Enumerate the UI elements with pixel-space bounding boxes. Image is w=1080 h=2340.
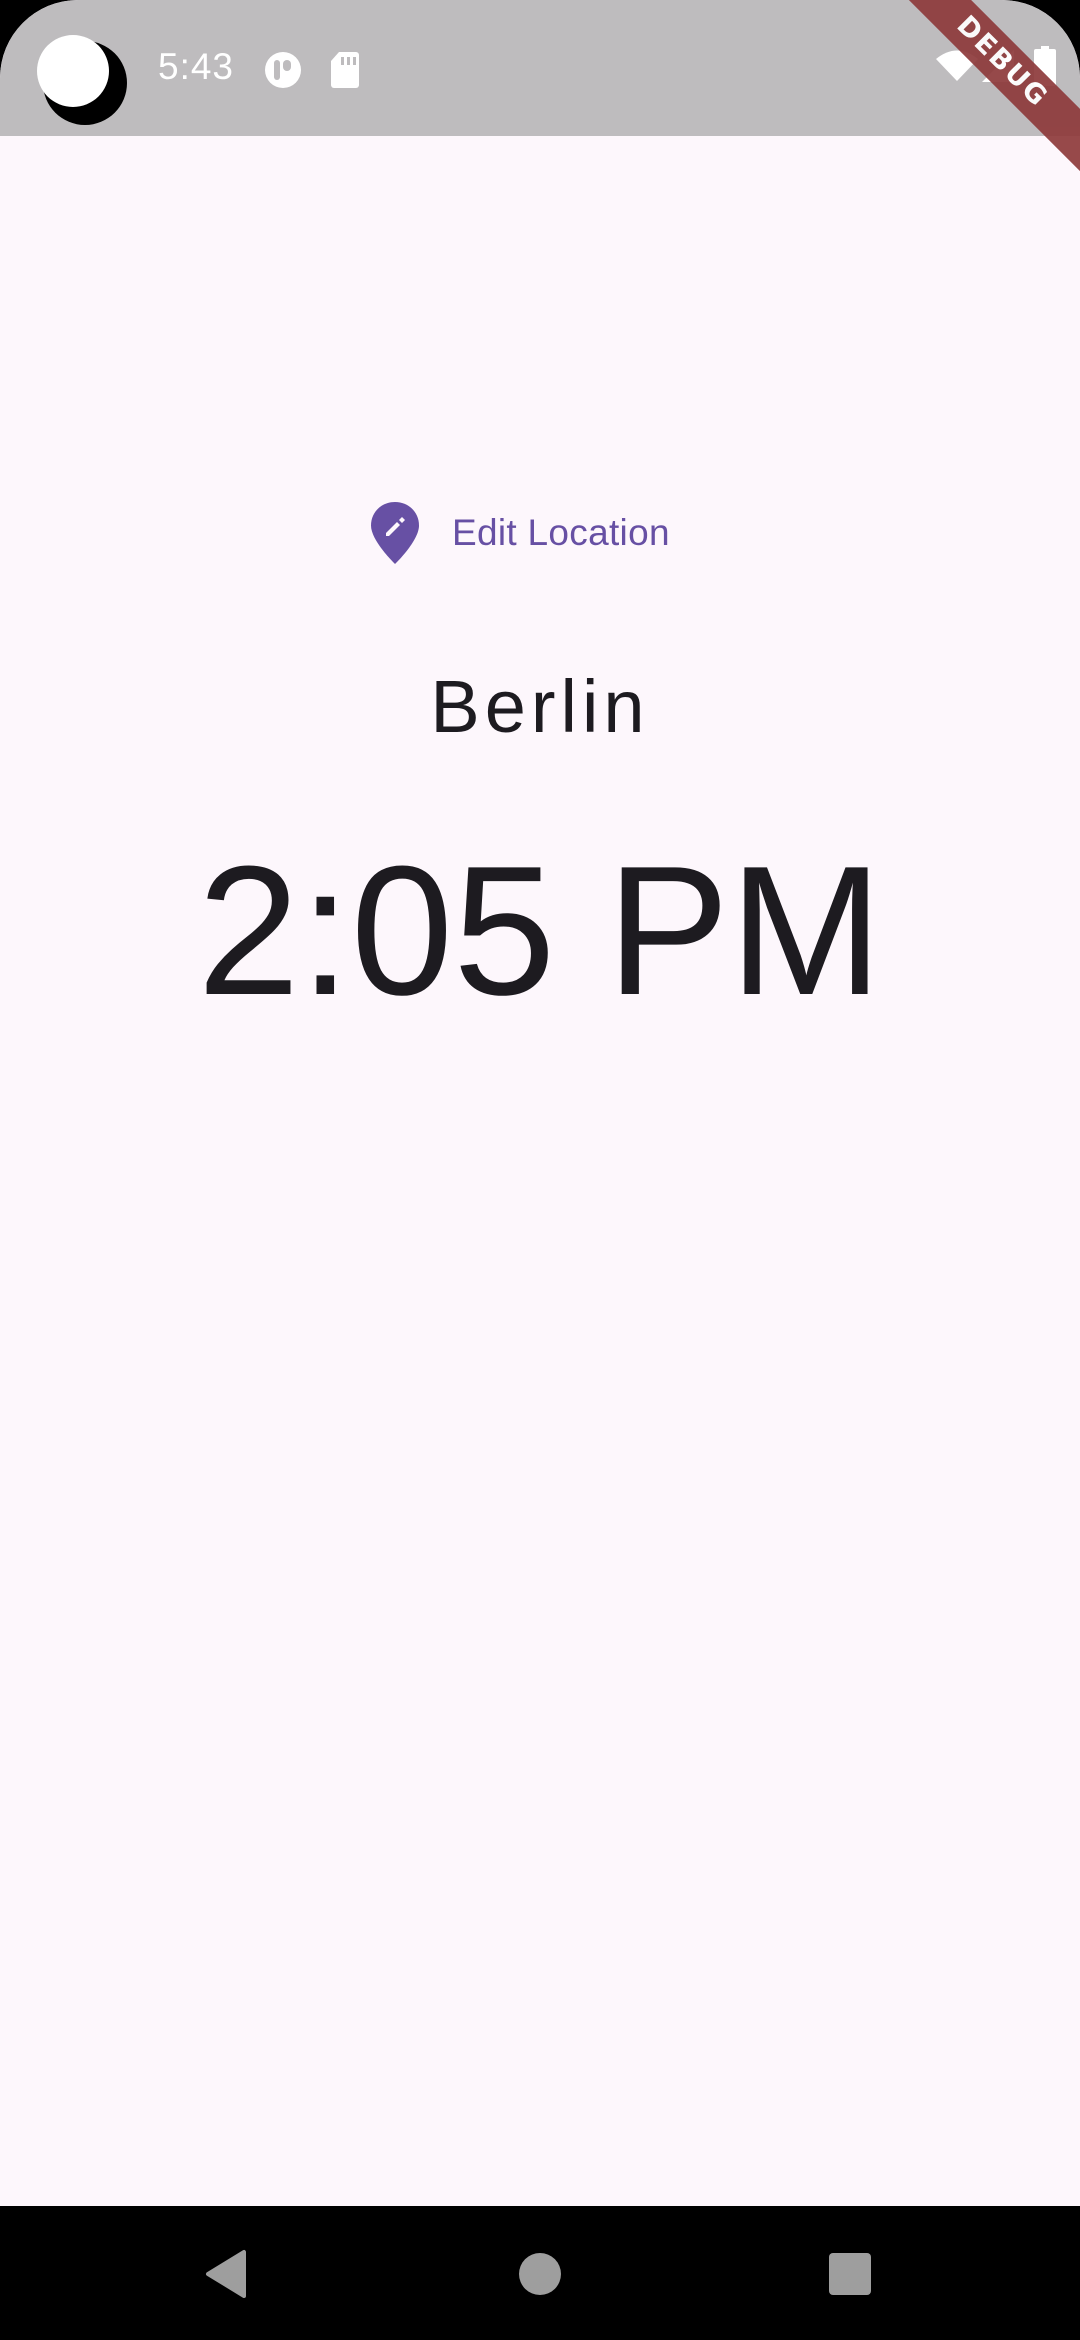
sd-card-icon (331, 52, 359, 88)
app-screen: 5:43 DEBUG Edit Location Berlin 2:05 PM (0, 0, 1080, 2340)
status-bar: 5:43 (0, 0, 1080, 136)
back-icon[interactable] (198, 2244, 258, 2304)
status-time: 5:43 (158, 46, 235, 87)
recents-icon[interactable] (820, 2244, 880, 2304)
edit-location-button[interactable]: Edit Location (370, 496, 670, 570)
edit-location-icon (371, 502, 419, 564)
city-name: Berlin (430, 665, 650, 748)
edit-location-label: Edit Location (452, 512, 670, 553)
local-time: 2:05 PM (197, 827, 883, 1033)
camera-cutout-icon (37, 35, 127, 125)
navigation-bar (0, 2206, 1080, 2340)
app-notification-icon (265, 52, 301, 88)
home-icon[interactable] (510, 2244, 570, 2304)
